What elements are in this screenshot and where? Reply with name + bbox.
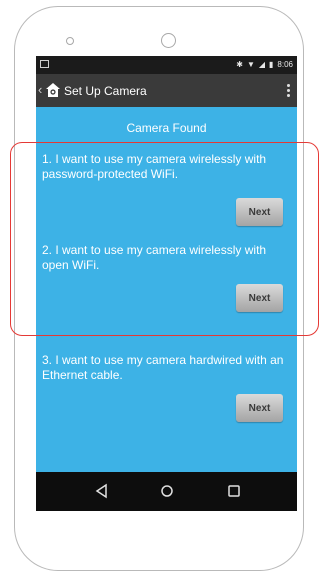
- battery-icon: ▮: [269, 60, 274, 69]
- nav-recents-icon[interactable]: [226, 483, 242, 499]
- earpiece-speaker: [161, 33, 176, 48]
- house-logo-icon[interactable]: [45, 82, 61, 98]
- signal-icon: ◢: [258, 60, 266, 69]
- app-bar: ‹ Set Up Camera: [36, 74, 297, 107]
- status-time: 8:06: [277, 60, 293, 69]
- back-arrow-icon[interactable]: ‹: [38, 82, 42, 97]
- next-button-option-3[interactable]: Next: [236, 394, 283, 422]
- app-title: Set Up Camera: [64, 84, 147, 98]
- overflow-menu-icon[interactable]: [285, 84, 291, 97]
- wifi-icon: ▼: [246, 60, 255, 69]
- camera-found-heading: Camera Found: [126, 121, 207, 135]
- notification-icon: [40, 60, 49, 68]
- highlight-callout: [10, 142, 319, 336]
- status-bar: ✱ ▼ ◢ ▮ 8:06: [36, 56, 297, 74]
- nav-home-icon[interactable]: [159, 483, 175, 499]
- bluetooth-icon: ✱: [236, 60, 243, 69]
- navigation-bar: [36, 472, 297, 511]
- option-3-text: 3. I want to use my camera hardwired wit…: [42, 353, 284, 382]
- front-camera: [66, 37, 74, 45]
- nav-back-icon[interactable]: [94, 483, 110, 499]
